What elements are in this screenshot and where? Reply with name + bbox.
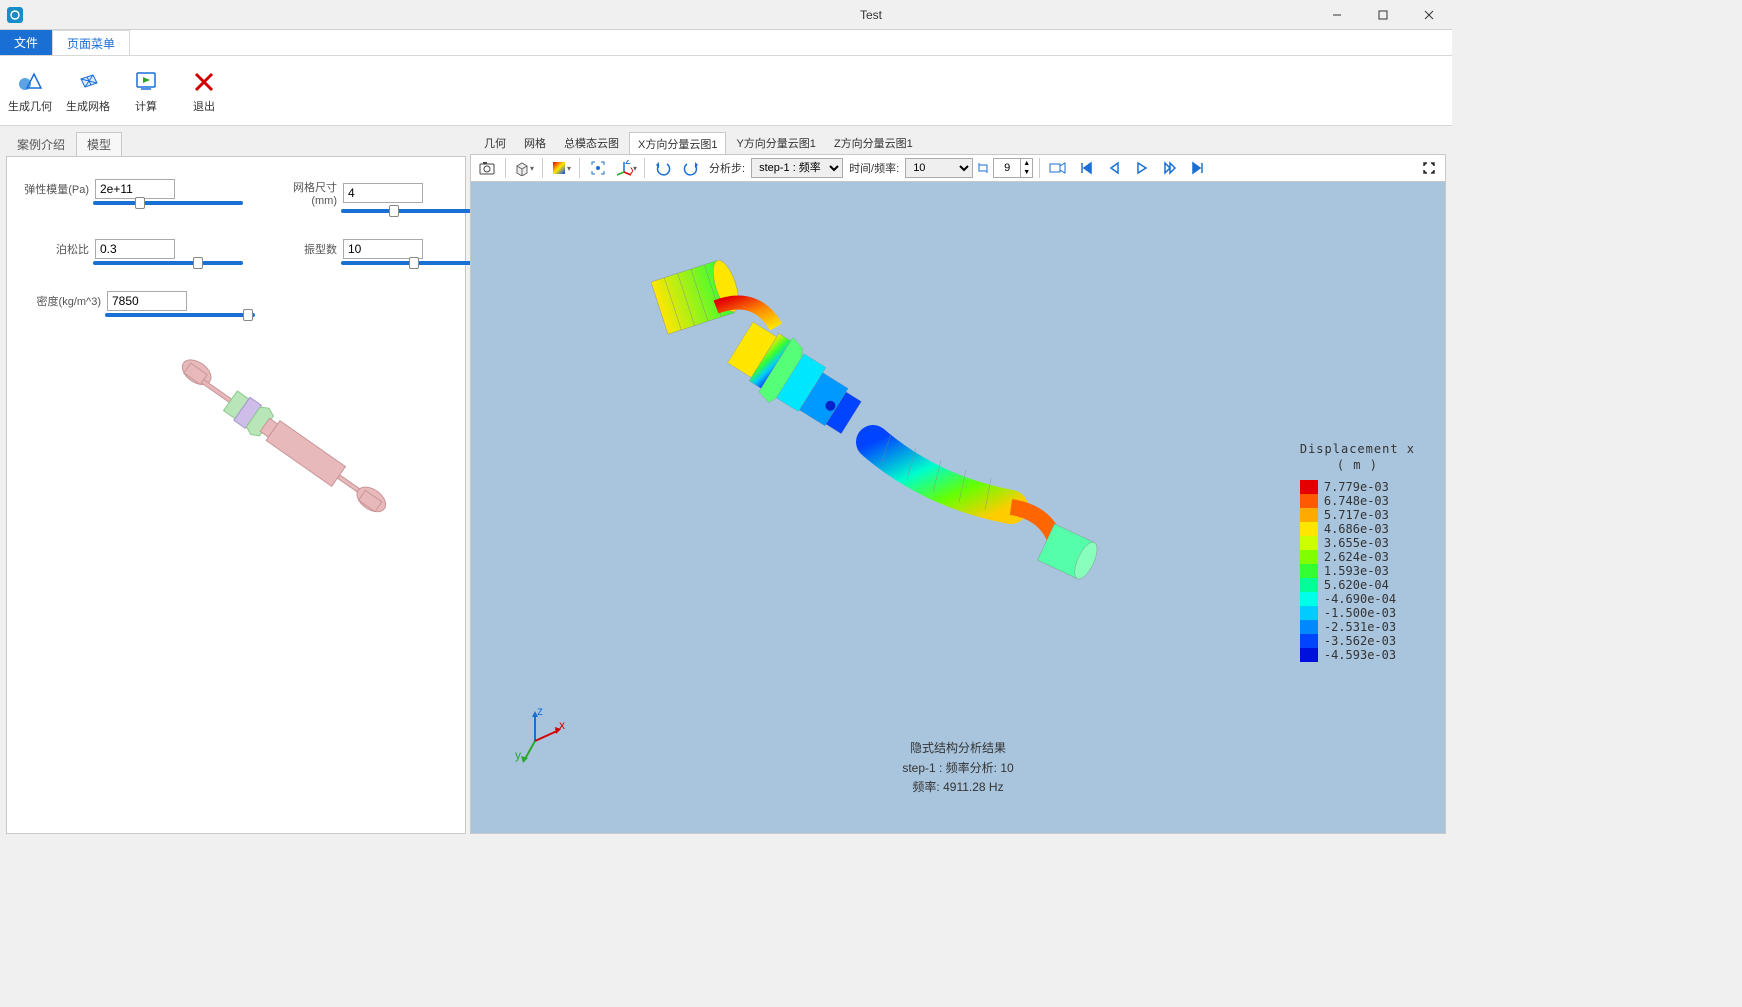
step-label: 分析步: <box>709 160 745 176</box>
left-panel-tabs: 案例介绍 模型 <box>6 132 466 156</box>
poisson-label: 泊松比 <box>23 241 89 257</box>
modes-label: 振型数 <box>271 241 337 257</box>
modes-input[interactable] <box>343 239 423 259</box>
last-button[interactable] <box>1186 157 1210 179</box>
mesh-label: 网格尺寸(mm) <box>271 179 337 207</box>
fit-button[interactable] <box>586 157 610 179</box>
color-legend: Displacement x ( m ) 7.779e-036.748e-035… <box>1300 442 1415 662</box>
contour-model <box>551 222 1151 642</box>
params-panel: 弹性模量(Pa) 网格尺寸(mm) 泊松比 振型数 <box>6 156 466 834</box>
mesh-input[interactable] <box>343 183 423 203</box>
elastic-input[interactable] <box>95 179 175 199</box>
model-preview <box>23 343 449 603</box>
svg-text:z: z <box>537 707 543 718</box>
geom-icon <box>16 68 44 96</box>
time-label: 时间/频率: <box>849 160 899 176</box>
exit-icon <box>190 68 218 96</box>
elastic-slider[interactable] <box>93 201 243 205</box>
first-button[interactable] <box>1074 157 1098 179</box>
app-icon <box>6 6 24 24</box>
ff-icon <box>1163 161 1177 175</box>
menu-file[interactable]: 文件 <box>0 30 52 55</box>
vtab-geom[interactable]: 几何 <box>476 132 514 154</box>
ribbon: 生成几何 生成网格 计算 退出 <box>0 56 1452 126</box>
gen-geom-button[interactable]: 生成几何 <box>6 60 54 121</box>
density-label: 密度(kg/m^3) <box>23 293 101 309</box>
spin-up[interactable]: ▲ <box>1020 159 1032 168</box>
menu-page[interactable]: 页面菜单 <box>52 30 130 55</box>
screenshot-button[interactable] <box>475 157 499 179</box>
menu-tabs: 文件 页面菜单 <box>0 30 1452 56</box>
play-button[interactable] <box>1130 157 1154 179</box>
modes-slider[interactable] <box>341 261 491 265</box>
vtab-z[interactable]: Z方向分量云图1 <box>826 132 921 154</box>
poisson-input[interactable] <box>95 239 175 259</box>
first-icon <box>1079 161 1093 175</box>
axis-triad: z x y <box>511 707 567 763</box>
svg-text:y: y <box>515 748 521 762</box>
rotate-right-button[interactable] <box>679 157 703 179</box>
step-select[interactable]: step-1 : 频率 <box>751 158 843 178</box>
poisson-slider[interactable] <box>93 261 243 265</box>
axes-icon: zx <box>615 160 633 176</box>
maximize-button[interactable] <box>1360 0 1406 30</box>
spin-down[interactable]: ▼ <box>1020 168 1032 177</box>
camera-icon <box>479 161 495 175</box>
calc-icon <box>132 68 160 96</box>
palette-icon <box>551 160 567 176</box>
fullscreen-button[interactable] <box>1417 157 1441 179</box>
rotate-cw-icon <box>683 160 699 176</box>
time-select[interactable]: 10 <box>905 158 973 178</box>
rotate-ccw-icon <box>655 160 671 176</box>
result-info: 隐式结构分析结果 step-1 : 频率分析: 10 频率: 4911.28 H… <box>902 739 1013 797</box>
fit-icon <box>590 160 606 176</box>
axes-button[interactable]: zx▾ <box>614 157 638 179</box>
next-button[interactable] <box>1158 157 1182 179</box>
view-tabs: 几何 网格 总模态云图 X方向分量云图1 Y方向分量云图1 Z方向分量云图1 <box>470 132 1446 154</box>
3d-viewport[interactable]: z x y Displacement x ( m ) 7.779e-036.74… <box>470 182 1446 834</box>
vtab-total[interactable]: 总模态云图 <box>556 132 627 154</box>
last-icon <box>1191 161 1205 175</box>
loop-icon[interactable] <box>977 161 989 175</box>
rotate-left-button[interactable] <box>651 157 675 179</box>
density-slider[interactable] <box>105 313 255 317</box>
record-button[interactable] <box>1046 157 1070 179</box>
tab-model[interactable]: 模型 <box>76 132 122 156</box>
play-icon <box>1135 161 1149 175</box>
tab-intro[interactable]: 案例介绍 <box>6 132 76 156</box>
prev-button[interactable] <box>1102 157 1126 179</box>
gen-mesh-button[interactable]: 生成网格 <box>64 60 112 121</box>
colormap-button[interactable]: ▾ <box>549 157 573 179</box>
density-input[interactable] <box>107 291 187 311</box>
expand-icon <box>1422 161 1436 175</box>
view-cube-button[interactable]: ▾ <box>512 157 536 179</box>
cube-icon <box>514 160 530 176</box>
vtab-x[interactable]: X方向分量云图1 <box>629 132 726 154</box>
vtab-y[interactable]: Y方向分量云图1 <box>728 132 823 154</box>
mesh-slider[interactable] <box>341 209 491 213</box>
mesh-icon <box>74 68 102 96</box>
camcorder-icon <box>1049 161 1067 175</box>
app-logo <box>6 6 24 24</box>
exit-button[interactable]: 退出 <box>180 60 228 121</box>
elastic-label: 弹性模量(Pa) <box>23 181 89 197</box>
prev-icon <box>1107 161 1121 175</box>
close-button[interactable] <box>1406 0 1452 30</box>
svg-text:x: x <box>559 718 565 732</box>
frame-spinner[interactable]: ▲▼ <box>993 158 1033 178</box>
title-bar: Test <box>0 0 1452 30</box>
viewport-toolbar: ▾ ▾ zx▾ 分析步: step-1 : 频率 时间/频率: 10 ▲▼ <box>470 154 1446 182</box>
vtab-mesh[interactable]: 网格 <box>516 132 554 154</box>
window-title: Test <box>860 8 882 22</box>
calc-button[interactable]: 计算 <box>122 60 170 121</box>
minimize-button[interactable] <box>1314 0 1360 30</box>
